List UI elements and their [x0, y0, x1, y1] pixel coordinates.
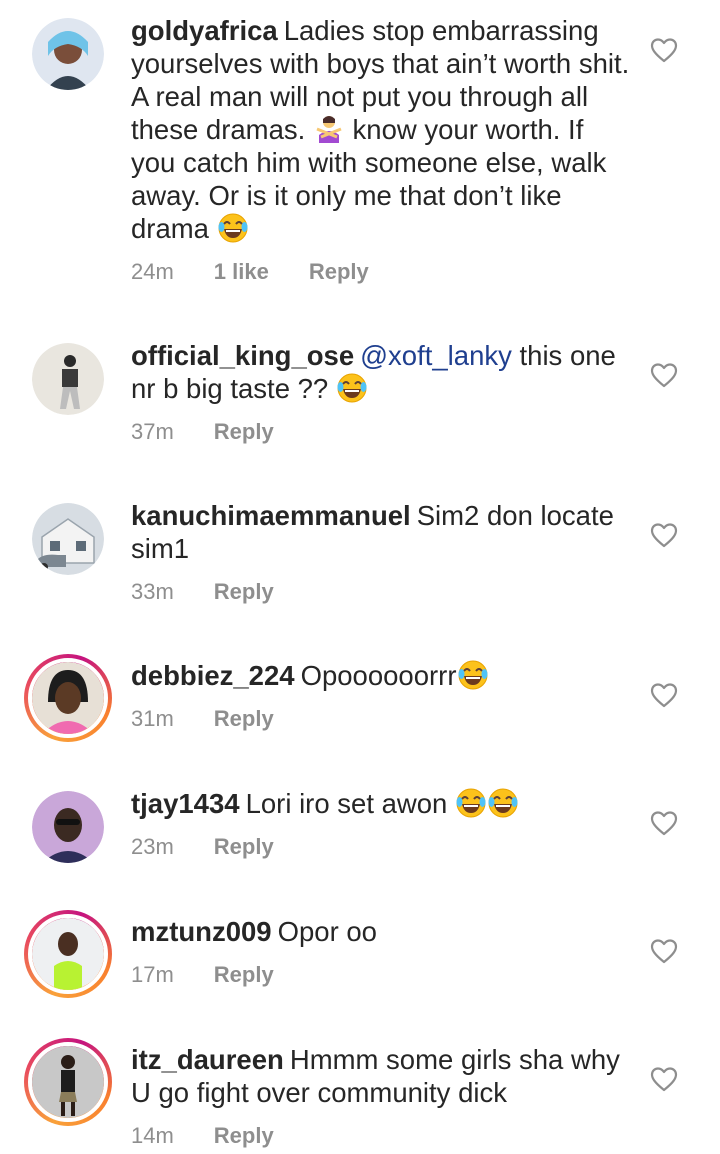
person-gesturing-no-icon [316, 116, 342, 143]
comment-username[interactable]: itz_daureen [131, 1044, 284, 1075]
comment-meta: 37m Reply [131, 419, 631, 445]
comment-text: kanuchimaemmanuel Sim2 don locate sim1 [131, 500, 614, 564]
comment-text: official_king_ose @xoft_lanky this one nr… [131, 340, 616, 404]
avatar[interactable] [32, 791, 104, 863]
avatar-official-king-ose [32, 343, 104, 415]
avatar[interactable] [24, 1038, 112, 1126]
reply-button[interactable]: Reply [214, 1123, 274, 1149]
avatar[interactable] [32, 18, 104, 90]
comment-meta: 23m Reply [131, 834, 631, 860]
comment-time: 14m [131, 1123, 174, 1148]
face-with-tears-of-joy-icon [487, 788, 519, 818]
comment-username[interactable]: mztunz009 [131, 916, 272, 947]
comment-text: mztunz009 Opor oo [131, 916, 377, 947]
comment-time: 17m [131, 962, 174, 987]
reply-button[interactable]: Reply [214, 962, 274, 988]
face-with-tears-of-joy-icon [455, 788, 487, 818]
reply-button[interactable]: Reply [214, 834, 274, 860]
avatar-mztunz009 [32, 918, 104, 990]
comment-meta: 31m Reply [131, 706, 631, 732]
heart-outline-icon[interactable] [650, 522, 678, 548]
comment-text: itz_daureen Hmmm some girls sha why U go … [131, 1044, 620, 1108]
avatar-tjay1434 [32, 791, 104, 863]
face-with-tears-of-joy-icon [217, 213, 249, 243]
comment-time: 33m [131, 579, 174, 604]
comment-username[interactable]: debbiez_224 [131, 660, 295, 691]
comment-time: 24m [131, 259, 174, 284]
heart-outline-icon[interactable] [650, 938, 678, 964]
reply-button[interactable]: Reply [309, 259, 369, 285]
comment-meta: 33m Reply [131, 579, 631, 605]
comment-meta: 17m Reply [131, 962, 631, 988]
heart-outline-icon[interactable] [650, 37, 678, 63]
comment-username[interactable]: tjay1434 [131, 788, 240, 819]
comment-meta: 24m 1 like Reply [131, 259, 631, 285]
face-with-tears-of-joy-icon [457, 660, 488, 690]
avatar-itz-daureen [32, 1046, 104, 1118]
avatar[interactable] [32, 343, 104, 415]
comment-text: tjay1434 Lori iro set awon [131, 787, 631, 820]
reply-button[interactable]: Reply [214, 706, 274, 732]
reply-button[interactable]: Reply [214, 419, 274, 445]
avatar-goldyafrica [32, 18, 104, 90]
comment-time: 37m [131, 419, 174, 444]
heart-outline-icon[interactable] [650, 810, 678, 836]
comment-text: debbiez_224 Opoooooorrr [131, 659, 631, 692]
heart-outline-icon[interactable] [650, 682, 678, 708]
comment-time: 23m [131, 834, 174, 859]
avatar-kanuchimaemmanuel [32, 503, 104, 575]
reply-button[interactable]: Reply [214, 579, 274, 605]
avatar-debbiez [32, 662, 104, 734]
avatar[interactable] [24, 910, 112, 998]
face-with-tears-of-joy-icon [336, 373, 368, 403]
comment-meta: 14m Reply [131, 1123, 631, 1149]
heart-outline-icon[interactable] [650, 362, 678, 388]
mention-link[interactable]: @xoft_lanky [360, 340, 512, 371]
like-count[interactable]: 1 like [214, 259, 269, 285]
comment-username[interactable]: goldyafrica [131, 15, 278, 46]
comment-username[interactable]: kanuchimaemmanuel [131, 500, 411, 531]
comment-text: goldyafrica Ladies stop embarrassing your… [131, 15, 630, 244]
comment-time: 31m [131, 706, 174, 731]
comment-username[interactable]: official_king_ose [131, 340, 354, 371]
heart-outline-icon[interactable] [650, 1066, 678, 1092]
avatar[interactable] [24, 654, 112, 742]
avatar[interactable] [32, 503, 104, 575]
